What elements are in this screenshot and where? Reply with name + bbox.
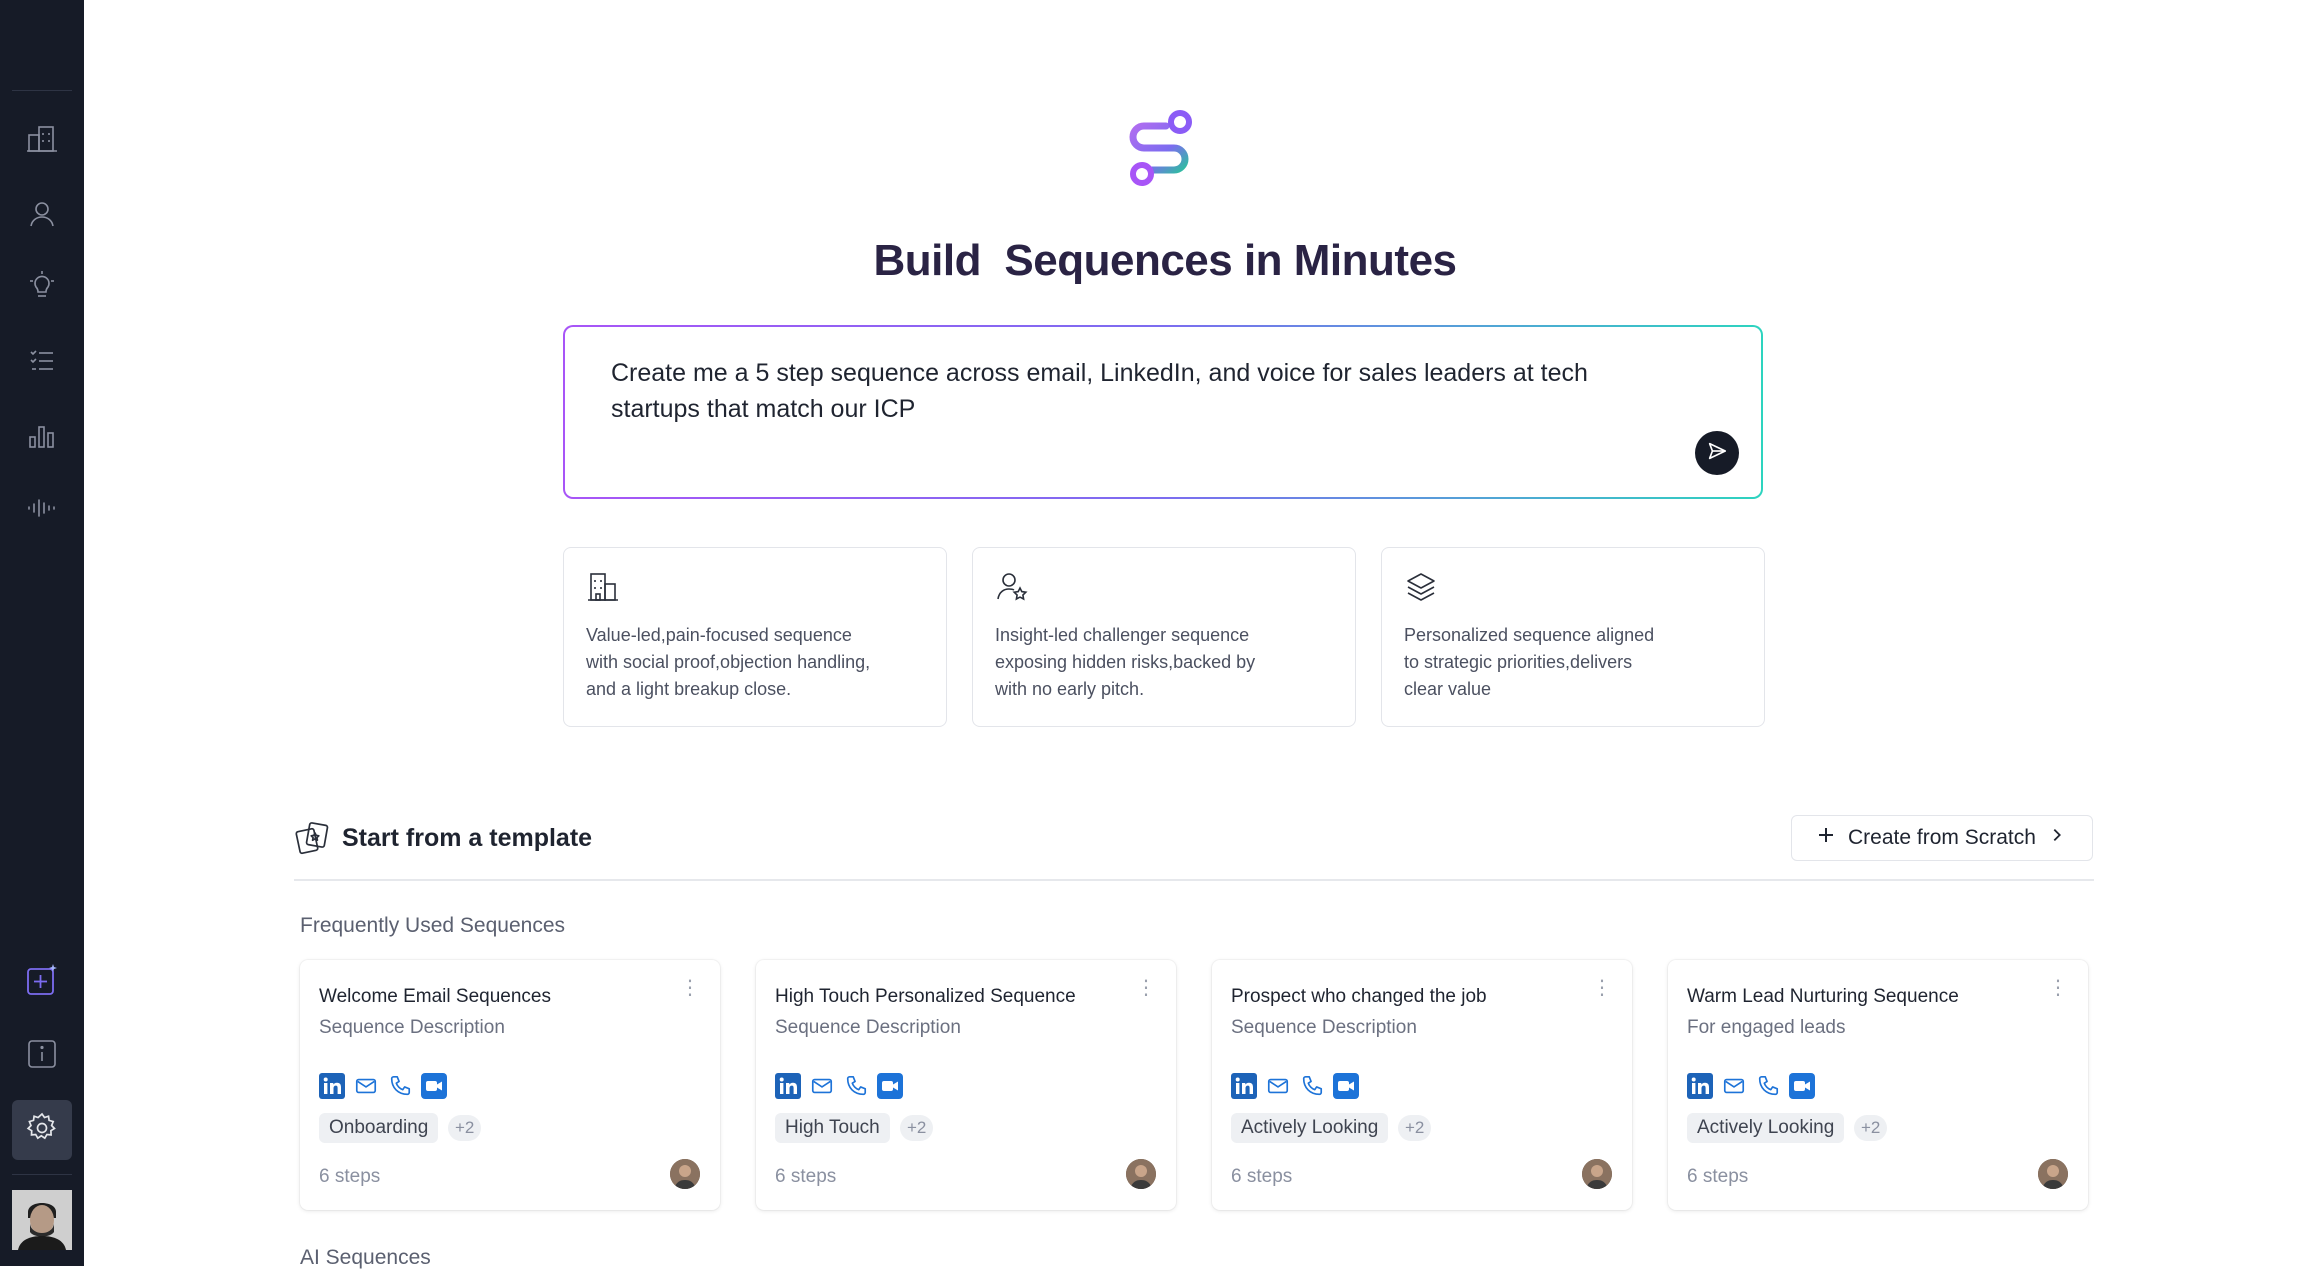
video-icon — [421, 1073, 447, 1099]
create-from-scratch-button[interactable]: Create from Scratch — [1791, 815, 2093, 861]
linkedin-icon — [1687, 1073, 1713, 1099]
suggestion-card[interactable]: Insight-led challenger sequence exposing… — [972, 547, 1356, 727]
layers-icon — [1404, 570, 1438, 604]
user-star-icon — [995, 570, 1029, 604]
sequence-tag: Actively Looking — [1231, 1113, 1389, 1143]
sidebar-divider — [12, 1174, 72, 1175]
linkedin-icon — [775, 1073, 801, 1099]
step-count: 6 steps — [775, 1166, 837, 1187]
more-vertical-icon[interactable]: ⋮ — [2048, 978, 2068, 998]
send-button[interactable] — [1695, 431, 1739, 475]
more-vertical-icon[interactable]: ⋮ — [1136, 978, 1156, 998]
app-logo[interactable] — [20, 24, 64, 68]
phone-icon — [843, 1073, 869, 1099]
templates-title: Start from a template — [342, 824, 593, 852]
more-tags-badge[interactable]: +2 — [448, 1115, 482, 1141]
sequence-title: High Touch Personalized Sequence — [775, 986, 1076, 1007]
user-avatar[interactable] — [12, 1190, 72, 1250]
owner-avatar — [670, 1159, 700, 1189]
sidebar-divider — [12, 90, 72, 91]
linkedin-icon — [1231, 1073, 1257, 1099]
linkedin-icon — [319, 1073, 345, 1099]
mail-icon — [1265, 1073, 1291, 1099]
sidebar — [0, 0, 84, 1266]
mail-icon — [1721, 1073, 1747, 1099]
suggestion-text: Insight-led challenger sequence exposing… — [995, 625, 1256, 699]
sequence-tag: Actively Looking — [1687, 1113, 1845, 1143]
sequence-description: For engaged leads — [1687, 1017, 1846, 1038]
sequence-card[interactable]: Welcome Email Sequences Sequence Descript… — [300, 960, 720, 1210]
owner-avatar — [2038, 1159, 2068, 1189]
video-icon — [877, 1073, 903, 1099]
checklist-icon[interactable] — [24, 342, 60, 378]
page-title: Build Sequences in Minutes — [873, 236, 1457, 285]
video-icon — [1789, 1073, 1815, 1099]
chevron-right-icon — [2048, 826, 2066, 850]
ai-sequences-label: AI Sequences — [300, 1246, 431, 1269]
sequence-logo-icon — [1122, 108, 1202, 194]
sequence-card[interactable]: Warm Lead Nurturing Sequence For engaged … — [1668, 960, 2088, 1210]
suggestion-text: Value-led,pain-focused sequence with soc… — [586, 625, 871, 699]
sequence-title: Prospect who changed the job — [1231, 986, 1487, 1007]
suggestion-card[interactable]: Personalized sequence aligned to strateg… — [1381, 547, 1765, 727]
channel-icons — [1687, 1073, 1815, 1099]
waveform-icon[interactable] — [24, 490, 60, 526]
mail-icon — [809, 1073, 835, 1099]
owner-avatar — [1582, 1159, 1612, 1189]
sequence-description: Sequence Description — [1231, 1017, 1417, 1038]
person-icon[interactable] — [24, 196, 60, 232]
template-cards-icon — [294, 820, 330, 856]
more-tags-badge[interactable]: +2 — [1854, 1115, 1888, 1141]
settings-button[interactable] — [12, 1100, 72, 1160]
step-count: 6 steps — [1687, 1166, 1749, 1187]
plus-icon — [1816, 825, 1836, 851]
prompt-input[interactable]: Create me a 5 step sequence across email… — [611, 355, 1611, 427]
building-icon — [586, 570, 620, 604]
sequence-card[interactable]: Prospect who changed the job Sequence Des… — [1212, 960, 1632, 1210]
sequence-tag: Onboarding — [319, 1113, 439, 1143]
channel-icons — [1231, 1073, 1359, 1099]
channel-icons — [775, 1073, 903, 1099]
step-count: 6 steps — [319, 1166, 381, 1187]
bar-chart-icon[interactable] — [24, 418, 60, 454]
sequence-description: Sequence Description — [775, 1017, 961, 1038]
more-vertical-icon[interactable]: ⋮ — [680, 978, 700, 998]
sequence-card[interactable]: High Touch Personalized Sequence Sequence… — [756, 960, 1176, 1210]
gear-icon — [25, 1111, 59, 1150]
prompt-input-box[interactable]: Create me a 5 step sequence across email… — [563, 325, 1763, 499]
suggestion-text: Personalized sequence aligned to strateg… — [1404, 625, 1655, 699]
company-icon[interactable] — [24, 120, 60, 156]
sequence-tag: High Touch — [775, 1113, 890, 1143]
video-icon — [1333, 1073, 1359, 1099]
add-sparkle-icon[interactable] — [24, 962, 60, 998]
phone-icon — [387, 1073, 413, 1099]
step-count: 6 steps — [1231, 1166, 1293, 1187]
frequent-sequences-label: Frequently Used Sequences — [300, 914, 565, 937]
more-tags-badge[interactable]: +2 — [900, 1115, 934, 1141]
suggestion-card[interactable]: Value-led,pain-focused sequence with soc… — [563, 547, 947, 727]
channel-icons — [319, 1073, 447, 1099]
phone-icon — [1299, 1073, 1325, 1099]
sequence-title: Welcome Email Sequences — [319, 986, 551, 1007]
phone-icon — [1755, 1073, 1781, 1099]
sequence-description: Sequence Description — [319, 1017, 505, 1038]
section-divider — [294, 879, 2094, 881]
owner-avatar — [1126, 1159, 1156, 1189]
more-vertical-icon[interactable]: ⋮ — [1592, 978, 1612, 998]
send-icon — [1706, 440, 1728, 467]
create-from-scratch-label: Create from Scratch — [1848, 826, 2036, 849]
mail-icon — [353, 1073, 379, 1099]
info-icon[interactable] — [24, 1036, 60, 1072]
more-tags-badge[interactable]: +2 — [1398, 1115, 1432, 1141]
sequence-title: Warm Lead Nurturing Sequence — [1687, 986, 1959, 1007]
